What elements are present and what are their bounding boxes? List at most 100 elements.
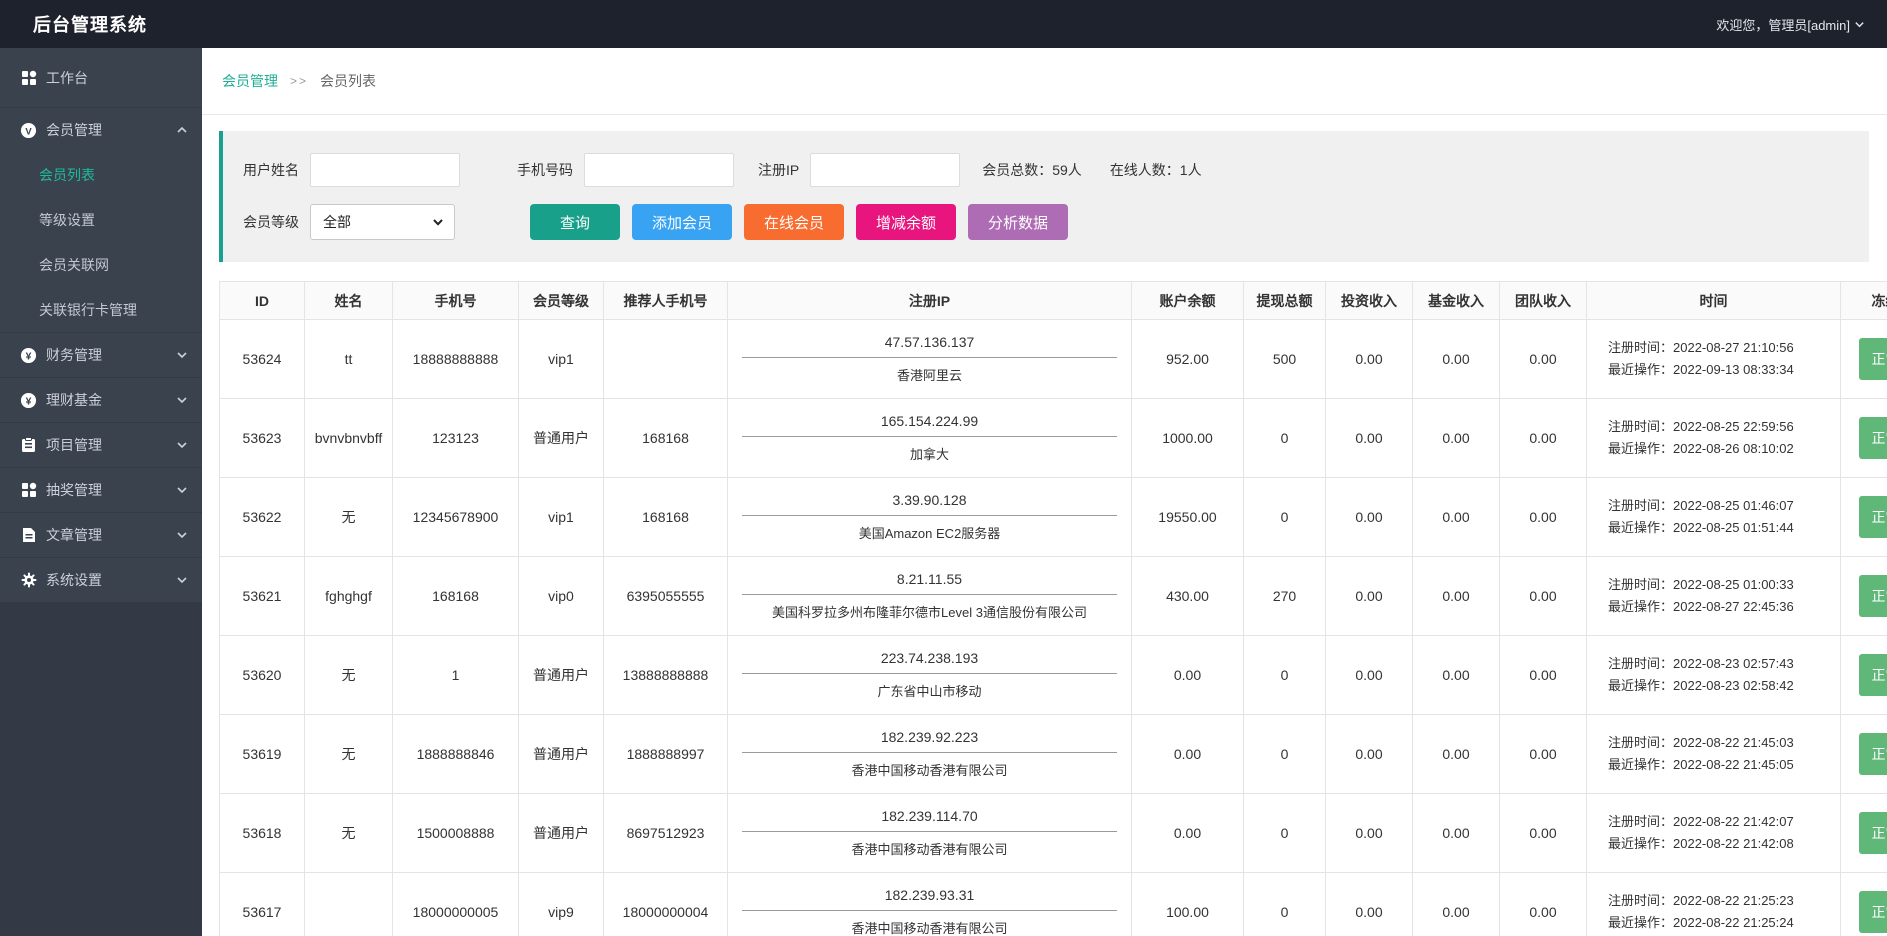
query-button[interactable]: 查询 [530, 204, 620, 240]
cell-fund-income: 0.00 [1413, 478, 1500, 557]
member-level-selected-value: 全部 [323, 212, 351, 232]
cell-id: 53622 [220, 478, 305, 557]
cell-status: 正常 [1841, 715, 1887, 794]
cell-register-ip: 223.74.238.193 广东省中山市移动 [728, 636, 1132, 715]
status-badge[interactable]: 正常 [1859, 338, 1887, 380]
cell-time: 注册时间：2022-08-22 21:45:03 最近操作：2022-08-22… [1587, 715, 1841, 794]
column-header: 时间 [1587, 282, 1841, 320]
cell-withdraw-total: 0 [1244, 873, 1326, 936]
sidebar-item-member-list[interactable]: 会员列表 [0, 152, 202, 197]
adjust-balance-button[interactable]: 增减余额 [856, 204, 956, 240]
column-header: 推荐人手机号 [604, 282, 728, 320]
analyze-data-button[interactable]: 分析数据 [968, 204, 1068, 240]
ip-location: 美国科罗拉多州布隆菲尔德市Level 3通信股份有限公司 [728, 595, 1131, 621]
sidebar-subitem-label: 关联银行卡管理 [39, 300, 137, 320]
sidebar: 工作台 V 会员管理 会员列表 等级设置 会员关联网 关联银行卡管理 ¥ 财务管… [0, 48, 202, 936]
ip-location: 美国Amazon EC2服务器 [728, 516, 1131, 542]
cell-phone: 168168 [393, 557, 519, 636]
register-time-value: 2022-08-22 21:25:23 [1673, 893, 1794, 908]
online-members-button[interactable]: 在线会员 [744, 204, 844, 240]
last-op-time-value: 2022-08-25 01:51:44 [1673, 520, 1794, 535]
status-badge[interactable]: 正常 [1859, 496, 1887, 538]
cell-fund-income: 0.00 [1413, 557, 1500, 636]
last-op-time-label: 最近操作： [1608, 757, 1673, 772]
cell-fund-income: 0.00 [1413, 636, 1500, 715]
cell-id: 53619 [220, 715, 305, 794]
cell-name: tt [305, 320, 393, 399]
sidebar-item-label: 系统设置 [46, 570, 176, 590]
table-row: 53619 无 1888888846 普通用户 1888888997 182.2… [220, 715, 1887, 794]
sidebar-item-members[interactable]: V 会员管理 [0, 107, 202, 152]
register-time-label: 注册时间： [1608, 814, 1673, 829]
cell-id: 53621 [220, 557, 305, 636]
chevron-down-icon [176, 529, 188, 541]
member-level-select[interactable]: 全部 [310, 204, 455, 240]
phone-input[interactable] [584, 153, 734, 187]
register-time-value: 2022-08-25 22:59:56 [1673, 419, 1794, 434]
last-op-time-label: 最近操作： [1608, 915, 1673, 930]
cell-time: 注册时间：2022-08-27 21:10:56 最近操作：2022-09-13… [1587, 320, 1841, 399]
sidebar-item-articles[interactable]: 文章管理 [0, 512, 202, 557]
table-row: 53621 fghghgf 168168 vip0 6395055555 8.2… [220, 557, 1887, 636]
cell-register-ip: 165.154.224.99 加拿大 [728, 399, 1132, 478]
cell-status: 正常 [1841, 320, 1887, 399]
cell-fund-income: 0.00 [1413, 794, 1500, 873]
members-table: ID姓名手机号会员等级推荐人手机号注册IP账户余额提现总额投资收入基金收入团队收… [219, 281, 1887, 936]
column-header: 提现总额 [1244, 282, 1326, 320]
sidebar-item-bank-cards[interactable]: 关联银行卡管理 [0, 287, 202, 332]
cell-fund-income: 0.00 [1413, 715, 1500, 794]
sidebar-item-level-settings[interactable]: 等级设置 [0, 197, 202, 242]
sidebar-item-workbench[interactable]: 工作台 [0, 48, 202, 107]
status-badge[interactable]: 正常 [1859, 733, 1887, 775]
cell-withdraw-total: 0 [1244, 636, 1326, 715]
cell-register-ip: 182.239.92.223 香港中国移动香港有限公司 [728, 715, 1132, 794]
cell-invest-income: 0.00 [1326, 557, 1413, 636]
breadcrumb-parent-link[interactable]: 会员管理 [222, 71, 278, 91]
register-time-value: 2022-08-25 01:46:07 [1673, 498, 1794, 513]
last-op-time-label: 最近操作： [1608, 678, 1673, 693]
sidebar-item-label: 财务管理 [46, 345, 176, 365]
status-badge[interactable]: 正常 [1859, 417, 1887, 459]
cell-withdraw-total: 500 [1244, 320, 1326, 399]
breadcrumb-separator: >> [290, 74, 308, 88]
last-op-time-value: 2022-08-22 21:25:24 [1673, 915, 1794, 930]
cell-time: 注册时间：2022-08-22 21:25:23 最近操作：2022-08-22… [1587, 873, 1841, 936]
members-table-wrap: ID姓名手机号会员等级推荐人手机号注册IP账户余额提现总额投资收入基金收入团队收… [219, 281, 1887, 936]
last-op-time-value: 2022-08-27 22:45:36 [1673, 599, 1794, 614]
register-time-label: 注册时间： [1608, 893, 1673, 908]
user-menu[interactable]: 欢迎您，管理员[admin] [1716, 15, 1865, 34]
table-body: 53624 tt 18888888888 vip1 47.57.136.137 … [220, 320, 1887, 936]
register-time-label: 注册时间： [1608, 735, 1673, 750]
register-ip-input[interactable] [810, 153, 960, 187]
phone-label: 手机号码 [517, 160, 573, 180]
online-count-stat: 在线人数：1人 [1110, 160, 1202, 180]
cell-name: 无 [305, 478, 393, 557]
cell-phone: 123123 [393, 399, 519, 478]
status-badge[interactable]: 正常 [1859, 812, 1887, 854]
cell-phone: 18888888888 [393, 320, 519, 399]
cell-invest-income: 0.00 [1326, 636, 1413, 715]
username-input[interactable] [310, 153, 460, 187]
add-member-button[interactable]: 添加会员 [632, 204, 732, 240]
column-header: 团队收入 [1500, 282, 1587, 320]
sidebar-item-settings[interactable]: 系统设置 [0, 557, 202, 602]
status-badge[interactable]: 正常 [1859, 575, 1887, 617]
sidebar-item-lottery[interactable]: 抽奖管理 [0, 467, 202, 512]
sidebar-item-projects[interactable]: 项目管理 [0, 422, 202, 467]
cell-team-income: 0.00 [1500, 320, 1587, 399]
sidebar-item-member-network[interactable]: 会员关联网 [0, 242, 202, 287]
cell-invest-income: 0.00 [1326, 478, 1413, 557]
status-badge[interactable]: 正常 [1859, 891, 1887, 933]
cell-team-income: 0.00 [1500, 557, 1587, 636]
sidebar-item-funds[interactable]: ¥ 理财基金 [0, 377, 202, 422]
register-time-label: 注册时间： [1608, 577, 1673, 592]
cell-status: 正常 [1841, 557, 1887, 636]
last-op-time-label: 最近操作： [1608, 520, 1673, 535]
cell-name: bvnvbnvbff [305, 399, 393, 478]
cell-withdraw-total: 0 [1244, 399, 1326, 478]
sidebar-item-finance[interactable]: ¥ 财务管理 [0, 332, 202, 377]
main-content: 会员管理 >> 会员列表 用户姓名 手机号码 注册IP 会员总数：59人 在线人… [202, 48, 1887, 936]
cell-balance: 0.00 [1132, 715, 1244, 794]
cell-register-ip: 3.39.90.128 美国Amazon EC2服务器 [728, 478, 1132, 557]
status-badge[interactable]: 正常 [1859, 654, 1887, 696]
